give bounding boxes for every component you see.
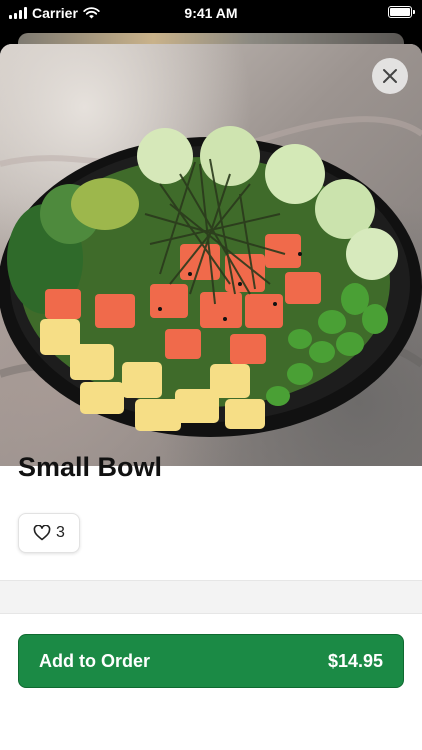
item-image xyxy=(0,44,422,466)
poke-bowl-photo xyxy=(0,116,422,437)
add-to-order-label: Add to Order xyxy=(39,650,150,671)
close-icon xyxy=(383,69,397,83)
section-divider xyxy=(0,580,422,614)
heart-icon xyxy=(33,525,51,541)
battery-icon xyxy=(388,6,415,18)
close-button[interactable] xyxy=(372,58,408,94)
add-to-order-button[interactable]: Add to Order $14.95 xyxy=(18,634,404,688)
like-button[interactable]: 3 xyxy=(18,513,80,553)
item-title: Small Bowl xyxy=(18,452,163,482)
status-time: 9:41 AM xyxy=(184,5,238,21)
like-count: 3 xyxy=(56,524,65,541)
screen: Carrier 9:41 AM Small Bowl 3 Add to Orde… xyxy=(0,0,422,750)
status-bar: Carrier 9:41 AM xyxy=(0,0,422,28)
item-price: $14.95 xyxy=(327,650,383,671)
